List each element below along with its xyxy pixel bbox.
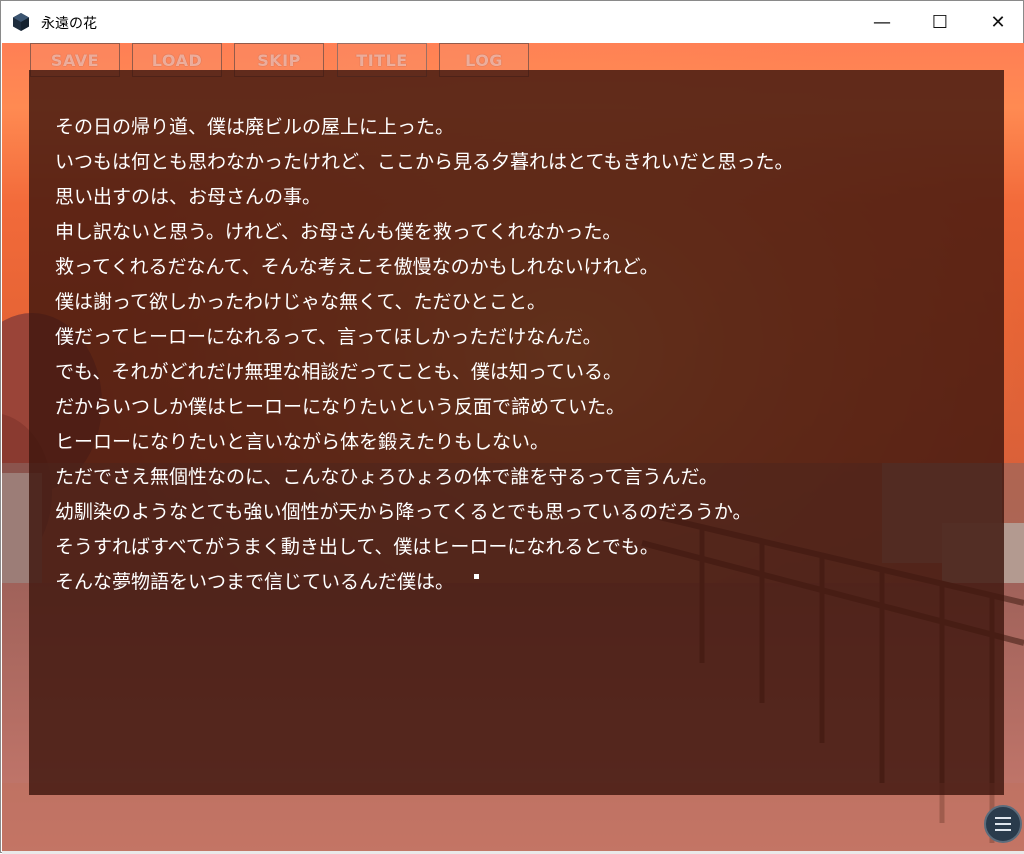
title-button-label: TITLE (356, 50, 408, 70)
dialogue-line: ヒーローになりたいと言いながら体を鍛えたりもしない。 (55, 431, 550, 453)
close-icon: ✕ (990, 11, 1006, 33)
text-end-cursor-icon (474, 574, 480, 579)
hamburger-menu-icon (995, 829, 1011, 831)
dialogue-line: 幼馴染のようなとても強い個性が天から降ってくるとでも思っているのだろうか。 (55, 501, 752, 523)
skip-button-label: SKIP (257, 50, 301, 70)
save-button-label: SAVE (50, 50, 100, 70)
log-button-label: LOG (465, 50, 503, 70)
dialogue-line: でも、それがどれだけ無理な相談だってことも、僕は知っている。 (55, 361, 622, 383)
hamburger-menu-button[interactable] (984, 805, 1022, 843)
dialogue-line: 申し訳ないと思う。けれど、お母さんも僕を救ってくれなかった。 (55, 221, 622, 243)
dialogue-line: その日の帰り道、僕は廃ビルの屋上に上った。 (55, 116, 455, 138)
minimize-icon: — (873, 11, 891, 33)
app-cube-icon (13, 13, 29, 31)
dialogue-line: そうすればすべてがうまく動き出して、僕はヒーローになれるとでも。 (55, 536, 659, 558)
dialogue-text: その日の帰り道、僕は廃ビルの屋上に上った。 いつもは何とも思わなかったけれど、こ… (55, 110, 985, 600)
dialogue-line-text: そんな夢物語をいつまで信じているんだ僕は。 (55, 571, 455, 593)
maximize-icon: ☐ (931, 11, 949, 33)
game-screen[interactable]: SAVE LOAD SKIP TITLE LOG その日の帰り道、僕は廃ビルの屋… (2, 43, 1024, 851)
dialogue-line-last: そんな夢物語をいつまで信じているんだ僕は。 (55, 565, 985, 600)
dialogue-panel[interactable]: その日の帰り道、僕は廃ビルの屋上に上った。 いつもは何とも思わなかったけれど、こ… (29, 70, 1004, 795)
title-bar[interactable]: 永遠の花 — ☐ ✕ (1, 1, 1023, 43)
dialogue-line: 救ってくれるだなんて、そんな考えこそ傲慢なのかもしれないけれど。 (55, 256, 659, 278)
hamburger-menu-icon (995, 817, 1011, 819)
maximize-button[interactable]: ☐ (911, 1, 969, 43)
dialogue-line: ただでさえ無個性なのに、こんなひょろひょろの体で誰を守るって言うんだ。 (55, 466, 718, 488)
dialogue-line: 思い出すのは、お母さんの事。 (55, 186, 322, 208)
dialogue-line: だからいつしか僕はヒーローになりたいという反面で諦めていた。 (55, 396, 626, 418)
window-title: 永遠の花 (41, 16, 97, 32)
hamburger-menu-icon (995, 823, 1011, 825)
load-button-label: LOAD (151, 50, 203, 70)
dialogue-line: 僕だってヒーローになれるって、言ってほしかっただけなんだ。 (55, 326, 602, 348)
minimize-button[interactable]: — (853, 1, 911, 43)
close-button[interactable]: ✕ (969, 1, 1024, 43)
dialogue-line: いつもは何とも思わなかったけれど、ここから見る夕暮れはとてもきれいだと思った。 (55, 151, 794, 173)
game-window: 永遠の花 — ☐ ✕ SAVE LOAD SKIP TITLE LOG その日の… (0, 0, 1024, 854)
dialogue-line: 僕は謝って欲しかったわけじゃな無くて、ただひとこと。 (55, 291, 546, 313)
